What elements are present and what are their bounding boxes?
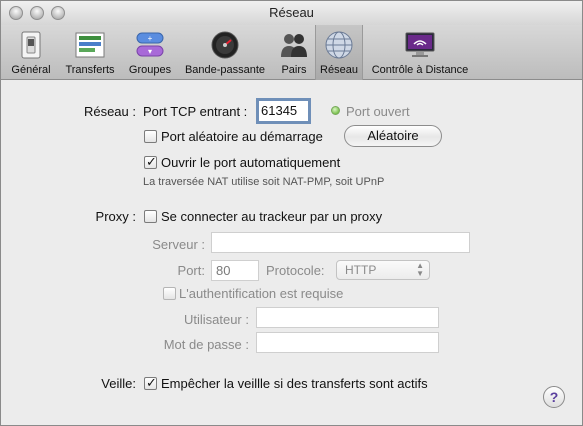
- random-port-checkbox[interactable]: [144, 130, 157, 143]
- tab-transfers[interactable]: Transferts: [59, 25, 121, 80]
- proxy-server-field[interactable]: [211, 232, 470, 253]
- minimize-window-button[interactable]: [30, 6, 44, 20]
- title-bar: Réseau: [1, 1, 582, 25]
- window-title: Réseau: [269, 5, 314, 20]
- bandwidth-gauge-icon: [211, 31, 239, 59]
- remote-control-icon: [405, 32, 435, 57]
- groups-icon: + ▾: [136, 32, 164, 57]
- network-section-label: Réseau :: [83, 104, 136, 119]
- proxy-user-label: Utilisateur :: [183, 312, 249, 327]
- sleep-section-label: Veille:: [101, 376, 136, 391]
- window-controls: [9, 6, 65, 20]
- random-port-button[interactable]: Aléatoire: [344, 125, 442, 147]
- zoom-window-button[interactable]: [51, 6, 65, 20]
- proxy-port-field[interactable]: 80: [211, 260, 259, 281]
- incoming-port-label: Port TCP entrant :: [143, 104, 248, 119]
- proxy-section-label: Proxy :: [95, 209, 136, 224]
- svg-text:+: +: [148, 34, 153, 43]
- proxy-auth-checkbox[interactable]: [163, 287, 176, 300]
- tab-bandwidth-label: Bande-passante: [184, 64, 266, 76]
- network-globe-icon: [325, 31, 353, 59]
- prevent-sleep-checkbox[interactable]: [144, 375, 157, 391]
- tab-network[interactable]: Réseau: [315, 25, 363, 80]
- proxy-enable-label: Se connecter au trackeur par un proxy: [161, 209, 383, 224]
- proxy-protocol-select[interactable]: HTTP ▲ ▼: [336, 260, 430, 280]
- auto-map-port-label: Ouvrir le port automatiquement: [161, 155, 341, 170]
- proxy-protocol-label: Protocole:: [266, 263, 325, 278]
- random-port-label: Port aléatoire au démarrage: [161, 129, 323, 144]
- proxy-enable-checkbox[interactable]: [144, 210, 157, 223]
- proxy-user-field[interactable]: [256, 307, 439, 328]
- tab-groups-label: Groupes: [128, 64, 172, 76]
- tab-peers[interactable]: Pairs: [274, 25, 314, 80]
- tab-bandwidth[interactable]: Bande-passante: [179, 25, 271, 80]
- proxy-auth-label: L'authentification est requise: [179, 286, 344, 301]
- transfers-icon: [75, 32, 105, 58]
- proxy-server-label: Serveur :: [152, 237, 205, 252]
- tab-peers-label: Pairs: [281, 64, 307, 76]
- tab-remote-control[interactable]: Contrôle à Distance: [365, 25, 475, 80]
- proxy-password-field[interactable]: [256, 332, 439, 353]
- preferences-window: Réseau Général Transferts + ▾ Groupes Ba…: [0, 0, 583, 426]
- tab-network-label: Réseau: [320, 64, 358, 76]
- prevent-sleep-label: Empêcher la veillle si des transferts so…: [161, 376, 428, 391]
- select-arrows-icon: ▲ ▼: [416, 261, 424, 278]
- tab-general-label: Général: [11, 64, 51, 76]
- svg-text:▾: ▾: [148, 47, 152, 56]
- proxy-protocol-value: HTTP: [345, 263, 377, 277]
- help-icon: ?: [549, 389, 559, 405]
- proxy-password-label: Mot de passe :: [163, 337, 249, 352]
- tab-groups[interactable]: + ▾ Groupes: [123, 25, 177, 80]
- tab-transfers-label: Transferts: [65, 64, 115, 76]
- network-pane: Réseau : Port TCP entrant : 61345 Port o…: [1, 81, 582, 425]
- help-button[interactable]: ?: [543, 386, 565, 408]
- port-status-text: Port ouvert: [346, 104, 410, 119]
- tab-remote-control-label: Contrôle à Distance: [371, 64, 469, 76]
- proxy-port-label: Port:: [177, 263, 205, 278]
- port-status-icon: [331, 106, 340, 115]
- close-window-button[interactable]: [9, 6, 23, 20]
- preferences-toolbar: Général Transferts + ▾ Groupes Bande-pas…: [1, 25, 582, 80]
- tab-general[interactable]: Général: [5, 25, 57, 80]
- nat-traversal-hint: La traversée NAT utilise soit NAT-PMP, s…: [143, 176, 385, 188]
- general-switch-icon: [21, 31, 41, 59]
- peers-icon: [281, 34, 307, 57]
- auto-map-port-checkbox[interactable]: [144, 154, 157, 170]
- incoming-port-field[interactable]: 61345: [256, 98, 311, 124]
